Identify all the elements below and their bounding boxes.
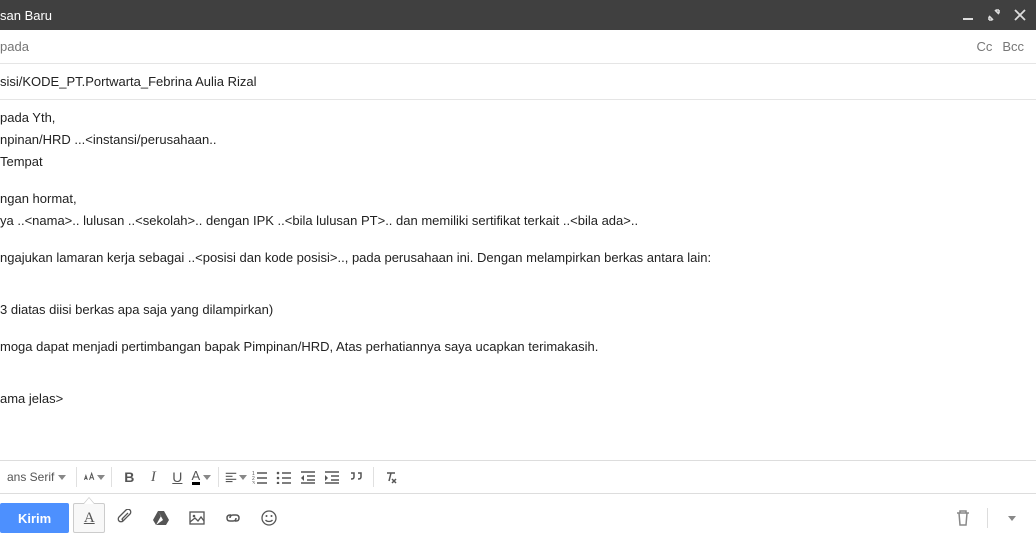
minimize-button[interactable] — [962, 9, 974, 21]
chevron-down-icon — [1008, 516, 1016, 521]
bcc-toggle[interactable]: Bcc — [1002, 39, 1024, 54]
link-icon — [223, 509, 243, 527]
body-line: pada Yth, — [0, 108, 1036, 127]
send-button[interactable]: Kirim — [0, 503, 69, 533]
drive-icon — [152, 509, 170, 527]
chevron-down-icon — [203, 475, 211, 480]
image-icon — [188, 509, 206, 527]
body-line: Tempat — [0, 152, 1036, 171]
insert-link-button[interactable] — [217, 503, 249, 533]
popout-button[interactable] — [988, 9, 1000, 21]
remove-formatting-button[interactable] — [380, 466, 402, 488]
recipients-row[interactable]: Cc Bcc — [0, 30, 1036, 64]
emoji-icon — [260, 509, 278, 527]
body-line: moga dapat menjadi pertimbangan bapak Pi… — [0, 337, 1036, 356]
font-size-picker[interactable] — [83, 466, 105, 488]
chevron-down-icon — [97, 475, 105, 480]
body-line: npinan/HRD ...<instansi/perusahaan.. — [0, 130, 1036, 149]
body-line: ama jelas> — [0, 389, 1036, 408]
insert-drive-button[interactable] — [145, 503, 177, 533]
underline-button[interactable]: U — [166, 466, 188, 488]
to-field[interactable] — [0, 39, 976, 54]
subject-field[interactable] — [0, 74, 1036, 89]
attach-file-button[interactable] — [109, 503, 141, 533]
font-family-label: ans Serif — [7, 470, 54, 484]
indent-less-button[interactable] — [297, 466, 319, 488]
font-family-picker[interactable]: ans Serif — [3, 461, 70, 493]
compose-title: san Baru — [0, 8, 52, 23]
compose-body[interactable]: pada Yth, npinan/HRD ...<instansi/perusa… — [0, 100, 1036, 460]
body-line: ngan hormat, — [0, 189, 1036, 208]
align-button[interactable] — [225, 466, 247, 488]
chevron-down-icon — [58, 475, 66, 480]
insert-photo-button[interactable] — [181, 503, 213, 533]
body-line: 3 diatas diisi berkas apa saja yang dila… — [0, 300, 1036, 319]
body-line: ngajukan lamaran kerja sebagai ..<posisi… — [0, 248, 1036, 267]
chevron-down-icon — [239, 475, 247, 480]
paperclip-icon — [116, 509, 134, 527]
indent-more-button[interactable] — [321, 466, 343, 488]
subject-row[interactable] — [0, 64, 1036, 100]
compose-titlebar: san Baru — [0, 0, 1036, 30]
insert-emoji-button[interactable] — [253, 503, 285, 533]
formatting-toolbar: ans Serif B I U A 123 — [0, 460, 1036, 494]
numbered-list-button[interactable]: 123 — [249, 466, 271, 488]
quote-button[interactable] — [345, 466, 367, 488]
bulleted-list-button[interactable] — [273, 466, 295, 488]
italic-button[interactable]: I — [142, 466, 164, 488]
svg-text:3: 3 — [252, 481, 255, 484]
more-options-button[interactable] — [996, 503, 1028, 533]
trash-icon — [955, 509, 971, 527]
compose-bottom-bar: Kirim A — [0, 494, 1036, 542]
text-color-button[interactable]: A — [190, 466, 212, 488]
discard-draft-button[interactable] — [947, 503, 979, 533]
cc-toggle[interactable]: Cc — [976, 39, 992, 54]
bold-button[interactable]: B — [118, 466, 140, 488]
formatting-toggle-button[interactable]: A — [73, 503, 105, 533]
body-line: ya ..<nama>.. lulusan ..<sekolah>.. deng… — [0, 211, 1036, 230]
close-button[interactable] — [1014, 9, 1026, 21]
